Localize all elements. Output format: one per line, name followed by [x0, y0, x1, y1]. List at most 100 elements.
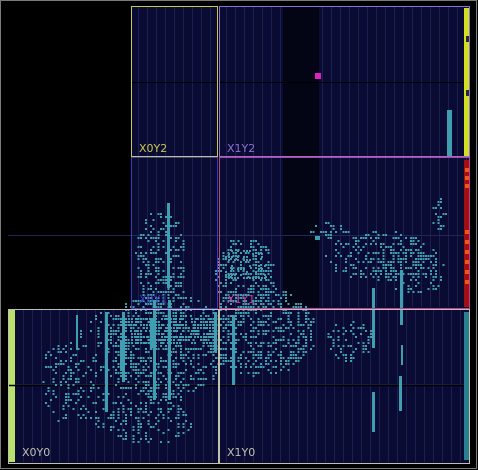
placed-cell: [305, 321, 307, 323]
placed-cell: [231, 265, 233, 267]
placed-cell: [160, 411, 162, 413]
placed-cell: [255, 297, 257, 299]
placed-cell: [172, 297, 175, 299]
placed-cell: [297, 318, 300, 320]
placed-cell: [290, 294, 292, 296]
placed-cell: [162, 276, 165, 278]
placed-cell: [305, 339, 307, 341]
placed-cell: [261, 256, 263, 258]
placed-cell: [137, 246, 140, 248]
placed-cell: [272, 342, 275, 344]
placed-cell: [157, 408, 160, 410]
placed-cell: [162, 246, 165, 248]
placed-cell: [177, 294, 180, 296]
placed-cell: [135, 372, 137, 374]
placed-cell: [415, 273, 417, 275]
placed-cell: [145, 375, 147, 377]
placed-cell: [255, 342, 257, 344]
placed-cell: [257, 261, 260, 263]
placed-cell: [117, 330, 120, 332]
placed-cell: [330, 237, 332, 239]
placed-cell: [337, 252, 340, 254]
placed-cell: [237, 270, 240, 272]
placed-cell: [260, 288, 262, 290]
placed-cell: [182, 243, 185, 245]
placed-cell: [207, 345, 210, 347]
device-canvas[interactable]: [0, 0, 478, 470]
placed-cell: [195, 372, 197, 374]
placed-cell: [165, 231, 167, 233]
placed-cell: [392, 270, 395, 272]
placed-cell: [162, 279, 165, 281]
device-view[interactable]: X0Y2 X1Y2 X0Y1 X1Y1 X0Y0 X1Y0: [0, 0, 478, 470]
placed-cell: [215, 357, 217, 359]
placed-cell: [52, 390, 55, 392]
placed-cell: [172, 300, 175, 302]
placed-cell: [245, 306, 247, 308]
placed-cell: [415, 249, 417, 251]
placed-cell: [72, 354, 75, 356]
placed-cell: [402, 246, 405, 248]
placed-cell: [170, 420, 172, 422]
placed-cell: [227, 315, 230, 317]
placed-cell: [267, 303, 270, 305]
placed-cell: [249, 250, 251, 252]
placed-cell: [160, 408, 162, 410]
placed-cell: [125, 393, 127, 395]
placed-cell: [231, 274, 233, 276]
placed-cell: [265, 360, 267, 362]
placed-cell: [290, 324, 292, 326]
placed-cell: [137, 321, 139, 323]
placed-cell: [312, 321, 315, 323]
placed-cell: [140, 282, 142, 284]
placed-cell: [152, 228, 155, 230]
placed-cell: [287, 369, 290, 371]
placed-cell: [245, 336, 247, 338]
placed-cell: [172, 393, 175, 395]
placed-cell: [270, 315, 272, 317]
placed-cell: [190, 360, 192, 362]
placed-cell: [127, 357, 130, 359]
placed-cell: [167, 441, 170, 443]
placed-cell: [202, 378, 205, 380]
placed-cell: [330, 225, 332, 227]
placed-cell: [292, 339, 295, 341]
placed-cell: [377, 258, 380, 260]
placed-cell: [302, 354, 305, 356]
placed-cell: [227, 336, 230, 338]
placed-cell: [206, 321, 208, 323]
placed-cell: [150, 273, 152, 275]
placed-cell: [70, 348, 72, 350]
placed-cell: [149, 339, 151, 341]
placed-cell: [267, 300, 270, 302]
placed-cell: [177, 414, 180, 416]
placed-cell: [297, 339, 300, 341]
placed-cell: [262, 246, 265, 248]
placed-cell: [67, 393, 70, 395]
placed-cell: [305, 351, 307, 353]
placed-cell: [170, 261, 172, 263]
placed-cell: [150, 387, 152, 389]
placed-cell: [270, 264, 272, 266]
placed-cell: [427, 258, 430, 260]
placed-cell: [370, 243, 372, 245]
placed-cell: [162, 414, 165, 416]
placed-cell: [137, 381, 140, 383]
placed-cell: [177, 411, 180, 413]
selected-cell[interactable]: [315, 73, 321, 79]
placed-cell: [437, 228, 440, 230]
placed-cell: [287, 339, 290, 341]
placed-cell: [246, 277, 248, 279]
placed-cell: [187, 348, 190, 350]
placed-cell: [165, 360, 167, 362]
placed-cell: [267, 363, 270, 365]
placed-cell: [227, 333, 230, 335]
placed-cell: [422, 243, 425, 245]
io-pad: [465, 184, 469, 188]
placed-cell: [152, 426, 155, 428]
placed-cell: [322, 231, 325, 233]
placed-cell: [342, 246, 345, 248]
placed-cell: [167, 203, 170, 288]
placed-cell: [145, 219, 147, 221]
placed-cell: [410, 288, 412, 290]
